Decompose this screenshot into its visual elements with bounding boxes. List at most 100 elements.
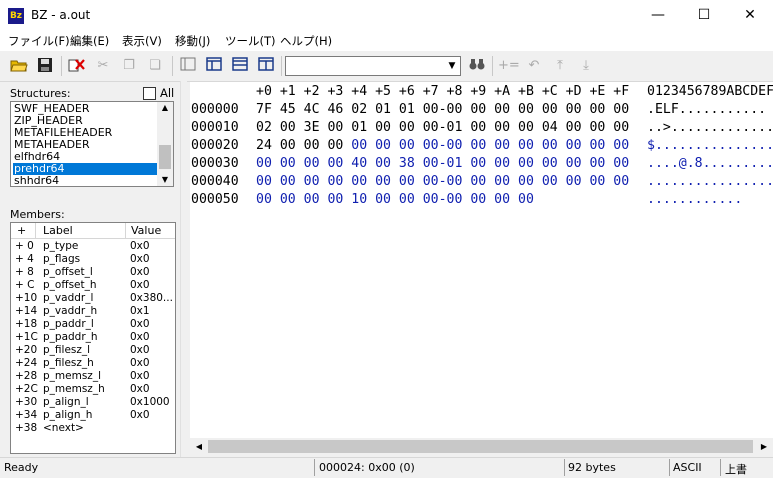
hex-address: 000050 bbox=[191, 192, 239, 207]
chevron-right-icon[interactable]: ▶ bbox=[757, 438, 771, 455]
hex-bytes-struct: 00 00 00 00 00 00 00 00-00 00 00 00 00 0… bbox=[256, 174, 630, 189]
menu-jump[interactable]: 移動(J) bbox=[175, 33, 210, 49]
member-value: 0x0 bbox=[130, 344, 150, 356]
hex-ascii[interactable]: ..>............. bbox=[647, 119, 773, 137]
member-row[interactable]: +20 p_filesz_l 0x0 bbox=[11, 344, 175, 357]
hex-ascii[interactable]: ....@.8......... bbox=[647, 155, 773, 173]
hex-scroll-thumb[interactable] bbox=[208, 440, 753, 453]
hex-bytes[interactable]: 00 00 00 00 10 00 00 00-00 00 00 00 bbox=[256, 191, 534, 209]
structures-scrollbar[interactable]: ▲ ▼ bbox=[157, 102, 173, 186]
member-label: p_filesz_l bbox=[43, 344, 91, 356]
hex-address: 000010 bbox=[191, 120, 239, 135]
member-value: 0x0 bbox=[130, 279, 150, 291]
close-button[interactable]: ✕ bbox=[727, 0, 773, 31]
hex-ascii[interactable]: .ELF........... bbox=[647, 101, 766, 119]
column-label[interactable]: Label bbox=[43, 224, 73, 237]
member-label: p_align_h bbox=[43, 409, 93, 421]
hex-bytes[interactable]: 00 00 00 00 40 00 38 00-01 00 00 00 00 0… bbox=[256, 155, 629, 173]
structures-list[interactable]: SWF_HEADER ZIP_HEADER METAFILEHEADER METAHE… bbox=[10, 101, 174, 187]
hex-bytes[interactable]: 02 00 3E 00 01 00 00 00-01 00 00 00 04 0… bbox=[256, 119, 629, 137]
hex-bytes[interactable]: 00 00 00 00 00 00 00 00-00 00 00 00 00 0… bbox=[256, 173, 629, 191]
menu-help[interactable]: ヘルプ(H) bbox=[280, 33, 332, 49]
delete-icon[interactable] bbox=[67, 57, 87, 75]
column-divider bbox=[35, 223, 36, 238]
jump-up-icon[interactable]: ⤒ bbox=[550, 57, 570, 75]
save-icon[interactable] bbox=[35, 57, 55, 75]
member-offset: +1C bbox=[15, 331, 38, 343]
structure-combo[interactable] bbox=[285, 56, 461, 76]
status-size: 92 bytes bbox=[568, 461, 616, 474]
jump-down-icon[interactable]: ⤓ bbox=[576, 57, 596, 75]
hex-column-header: +0 +1 +2 +3 +4 +5 +6 +7 +8 +9 +A +B +C +… bbox=[256, 84, 630, 99]
hex-bytes-data: 7F 45 4C 46 02 01 01 00-00 00 00 00 00 0… bbox=[256, 102, 630, 117]
member-offset: + 8 bbox=[15, 266, 34, 278]
menu-view[interactable]: 表示(V) bbox=[122, 33, 162, 49]
member-label: p_vaddr_h bbox=[43, 305, 98, 317]
member-offset: +2C bbox=[15, 383, 38, 395]
status-encoding[interactable]: ASCII bbox=[673, 461, 702, 474]
member-row[interactable]: +18 p_paddr_l 0x0 bbox=[11, 318, 175, 331]
undo-icon[interactable]: ↶ bbox=[524, 57, 544, 75]
hex-view[interactable]: +0 +1 +2 +3 +4 +5 +6 +7 +8 +9 +A +B +C +… bbox=[190, 82, 773, 455]
member-row[interactable]: +1C p_paddr_h 0x0 bbox=[11, 331, 175, 344]
copy-icon[interactable]: ❐ bbox=[119, 57, 139, 75]
member-label: p_type bbox=[43, 240, 79, 252]
increment-icon[interactable]: += bbox=[498, 57, 520, 75]
hex-bytes-data: 02 00 3E 00 01 00 00 00-01 00 00 00 04 0… bbox=[256, 120, 630, 135]
menu-file[interactable]: ファイル(F) bbox=[8, 33, 70, 49]
member-label: p_offset_l bbox=[43, 266, 93, 278]
member-value: 0x380... bbox=[130, 292, 173, 304]
member-row[interactable]: +38 <next> bbox=[11, 422, 175, 435]
find-icon[interactable] bbox=[467, 57, 487, 75]
column-offset[interactable]: + bbox=[17, 224, 26, 237]
member-row[interactable]: + 8 p_offset_l 0x0 bbox=[11, 266, 175, 279]
member-value: 0x0 bbox=[130, 357, 150, 369]
hex-ascii[interactable]: ................ bbox=[647, 173, 773, 191]
member-offset: +20 bbox=[15, 344, 38, 356]
status-mode[interactable]: 上書 bbox=[725, 461, 747, 477]
pane-splitter[interactable] bbox=[180, 81, 187, 457]
toolbar-separator bbox=[172, 56, 173, 76]
member-value: 0x1000 bbox=[130, 396, 170, 408]
member-row[interactable]: +10 p_vaddr_l 0x380... bbox=[11, 292, 175, 305]
member-offset: +24 bbox=[15, 357, 38, 369]
chevron-down-icon[interactable]: ▼ bbox=[157, 174, 173, 186]
hex-ascii[interactable]: ............ bbox=[647, 191, 742, 209]
split-vertical-icon[interactable] bbox=[204, 57, 224, 75]
hex-bytes-struct: 00 00 00 00 40 00 38 00-01 00 00 00 00 0… bbox=[256, 156, 630, 171]
hex-bytes-struct: 00 00 00 00 10 00 00 00-00 00 00 00 bbox=[256, 192, 534, 207]
hex-bytes[interactable]: 7F 45 4C 46 02 01 01 00-00 00 00 00 00 0… bbox=[256, 101, 629, 119]
member-label: p_flags bbox=[43, 253, 81, 265]
structures-scroll-thumb[interactable] bbox=[159, 145, 171, 169]
minimize-button[interactable]: — bbox=[635, 0, 681, 31]
single-pane-icon[interactable] bbox=[178, 57, 198, 75]
cut-icon[interactable]: ✂ bbox=[93, 57, 113, 75]
split-horizontal-icon[interactable] bbox=[230, 57, 250, 75]
member-row[interactable]: +14 p_vaddr_h 0x1 bbox=[11, 305, 175, 318]
members-table-header: + Label Value bbox=[11, 223, 175, 239]
member-row[interactable]: +34 p_align_h 0x0 bbox=[11, 409, 175, 422]
member-row[interactable]: + 4 p_flags 0x0 bbox=[11, 253, 175, 266]
menu-tools[interactable]: ツール(T) bbox=[225, 33, 276, 49]
menu-edit[interactable]: 編集(E) bbox=[70, 33, 109, 49]
member-row[interactable]: +24 p_filesz_h 0x0 bbox=[11, 357, 175, 370]
member-row[interactable]: +30 p_align_l 0x1000 bbox=[11, 396, 175, 409]
structure-item[interactable]: shhdr64 bbox=[13, 175, 159, 187]
chevron-down-icon[interactable]: ▼ bbox=[444, 57, 460, 75]
hex-ascii[interactable]: $............... bbox=[647, 137, 773, 155]
hex-bytes[interactable]: 24 00 00 00 00 00 00 00-00 00 00 00 00 0… bbox=[256, 137, 629, 155]
member-row[interactable]: +2C p_memsz_h 0x0 bbox=[11, 383, 175, 396]
all-checkbox[interactable] bbox=[143, 87, 156, 100]
member-value: 0x0 bbox=[130, 253, 150, 265]
all-checkbox-label[interactable]: All bbox=[160, 86, 174, 100]
paste-icon[interactable]: ❏ bbox=[145, 57, 165, 75]
open-folder-icon[interactable] bbox=[9, 57, 29, 75]
member-row[interactable]: +28 p_memsz_l 0x0 bbox=[11, 370, 175, 383]
member-row[interactable]: + 0 p_type 0x0 bbox=[11, 240, 175, 253]
split-side-icon[interactable] bbox=[256, 57, 276, 75]
chevron-left-icon[interactable]: ◀ bbox=[192, 438, 206, 455]
column-value[interactable]: Value bbox=[131, 224, 161, 237]
maximize-button[interactable]: ☐ bbox=[681, 0, 727, 31]
chevron-up-icon[interactable]: ▲ bbox=[157, 102, 173, 114]
member-row[interactable]: + C p_offset_h 0x0 bbox=[11, 279, 175, 292]
